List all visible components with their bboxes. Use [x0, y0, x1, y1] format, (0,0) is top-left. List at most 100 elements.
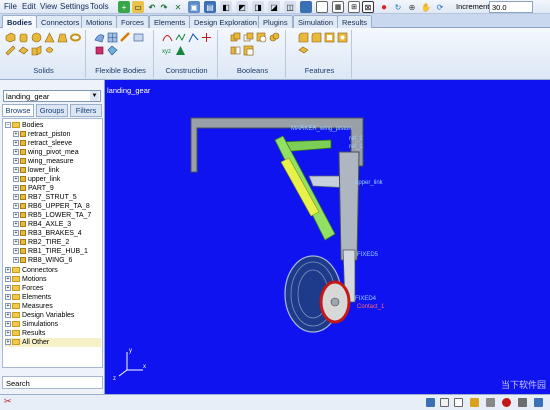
curve-icon[interactable]: [162, 32, 173, 43]
tree-node-body[interactable]: + wing_pivot_mea: [13, 148, 79, 157]
status-tools-icon[interactable]: [470, 398, 479, 407]
marker-icon[interactable]: [201, 32, 212, 43]
view-front-icon[interactable]: ◧: [220, 1, 232, 13]
flex-replace-icon[interactable]: [94, 45, 105, 56]
cone-icon[interactable]: [44, 32, 55, 43]
status-select-icon[interactable]: [454, 398, 463, 407]
sphere-icon[interactable]: [31, 32, 42, 43]
shaded-icon[interactable]: [300, 1, 312, 13]
extrusion-icon[interactable]: [31, 45, 42, 56]
revolution-icon[interactable]: [44, 45, 55, 56]
spline-icon[interactable]: [175, 32, 186, 43]
tab-forces[interactable]: Forces: [116, 15, 149, 28]
union-icon[interactable]: [230, 32, 241, 43]
chamfer-icon[interactable]: [298, 32, 309, 43]
expand-icon[interactable]: +: [13, 257, 19, 264]
tab-motions[interactable]: Motions: [81, 15, 118, 28]
status-grid-icon[interactable]: [440, 398, 449, 407]
view-bottom-icon[interactable]: ◫: [284, 1, 296, 13]
new-icon[interactable]: +: [118, 1, 130, 13]
status-display-icon[interactable]: [534, 398, 543, 407]
status-settings-icon[interactable]: [486, 398, 495, 407]
flex-body-icon[interactable]: [94, 32, 105, 43]
flex-view-icon[interactable]: [107, 45, 118, 56]
expand-icon[interactable]: +: [13, 176, 19, 183]
landing-gear-model[interactable]: MARKER_wing_piston ref_2 ref_1 upper_lin…: [105, 80, 550, 394]
expand-icon[interactable]: +: [13, 194, 19, 201]
expand-icon[interactable]: +: [5, 339, 11, 346]
frustum-icon[interactable]: [57, 32, 68, 43]
expand-icon[interactable]: +: [13, 167, 19, 174]
expand-icon[interactable]: +: [13, 239, 19, 246]
expand-icon[interactable]: +: [5, 285, 11, 292]
expand-icon[interactable]: +: [13, 230, 19, 237]
expand-icon[interactable]: +: [5, 330, 11, 337]
status-tool-icon[interactable]: ✂: [4, 396, 13, 406]
tree-node-bodies[interactable]: − Bodies: [5, 121, 43, 130]
intersect-icon[interactable]: [243, 32, 254, 43]
wireframe-icon[interactable]: [316, 1, 328, 13]
expand-icon[interactable]: +: [5, 303, 11, 310]
model-select[interactable]: landing_gear ▼: [3, 90, 101, 102]
expand-icon[interactable]: +: [13, 185, 19, 192]
link-solid-icon[interactable]: [5, 45, 16, 56]
tree-node-results[interactable]: + Results: [5, 329, 45, 338]
tab-elements[interactable]: Elements: [149, 15, 191, 28]
view-side-icon[interactable]: ◨: [252, 1, 264, 13]
expand-icon[interactable]: +: [13, 212, 19, 219]
status-camera-icon[interactable]: [518, 398, 527, 407]
tree-node-body[interactable]: + PART_9: [13, 184, 54, 193]
status-view-icon[interactable]: [426, 398, 435, 407]
tree-node-body[interactable]: + upper_link: [13, 175, 60, 184]
tab-plugins[interactable]: Plugins: [258, 15, 293, 28]
menu-settings[interactable]: Settings: [60, 2, 89, 11]
tree-node-body[interactable]: + wing_measure: [13, 157, 74, 166]
cylinder-icon[interactable]: [18, 32, 29, 43]
tree-node-body[interactable]: + retract_piston: [13, 130, 70, 139]
view-iso-icon[interactable]: ◩: [236, 1, 248, 13]
flex-import-icon[interactable]: [133, 32, 144, 43]
tree-node-body[interactable]: + RB4_AXLE_3: [13, 220, 71, 229]
expand-icon[interactable]: +: [13, 131, 19, 138]
tree-node-body[interactable]: + RB7_STRUT_5: [13, 193, 77, 202]
boss-icon[interactable]: [298, 45, 309, 56]
blend-icon[interactable]: [311, 32, 322, 43]
plate-icon[interactable]: [18, 45, 29, 56]
point-icon[interactable]: [175, 45, 186, 56]
tab-groups[interactable]: Groups: [36, 104, 68, 117]
view-top-icon[interactable]: ◪: [268, 1, 280, 13]
expand-icon[interactable]: +: [5, 267, 11, 274]
menu-file[interactable]: File: [4, 2, 17, 11]
grid-icon[interactable]: ▦: [332, 1, 344, 13]
select-tool-icon[interactable]: ✕: [172, 1, 184, 13]
tab-connectors[interactable]: Connectors: [36, 15, 85, 28]
split-icon[interactable]: [230, 45, 241, 56]
tree-node-design-variables[interactable]: + Design Variables: [5, 311, 74, 320]
expand-icon[interactable]: +: [13, 140, 19, 147]
expand-icon[interactable]: +: [13, 248, 19, 255]
search-input[interactable]: Search: [2, 376, 103, 389]
expand-icon[interactable]: +: [13, 203, 19, 210]
expand-icon[interactable]: +: [13, 221, 19, 228]
hole-icon[interactable]: [337, 32, 348, 43]
pan-icon[interactable]: ✋: [420, 1, 432, 13]
save-icon[interactable]: ▣: [188, 1, 200, 13]
collapse-icon[interactable]: −: [5, 122, 11, 129]
redo-icon[interactable]: ↷: [158, 1, 170, 13]
tree-node-body[interactable]: + RB1_TIRE_HUB_1: [13, 247, 88, 256]
spin-icon[interactable]: ⟳: [434, 1, 446, 13]
tree-node-body[interactable]: + RB5_LOWER_TA_7: [13, 211, 91, 220]
tree-node-body[interactable]: + lower_link: [13, 166, 59, 175]
cut-icon[interactable]: [256, 32, 267, 43]
menu-edit[interactable]: Edit: [22, 2, 36, 11]
increment-input[interactable]: [489, 1, 533, 13]
subtract-icon[interactable]: [243, 45, 254, 56]
expand-icon[interactable]: +: [5, 276, 11, 283]
fit-icon[interactable]: ⊞: [348, 1, 360, 13]
expand-icon[interactable]: +: [13, 149, 19, 156]
tree-node-body[interactable]: + RB8_WING_6: [13, 256, 72, 265]
expand-icon[interactable]: +: [5, 321, 11, 328]
tab-filters[interactable]: Filters: [70, 104, 102, 117]
model-viewport[interactable]: landing_gear MARKER_wing_piston ref_2 re…: [105, 80, 550, 394]
merge-icon[interactable]: [269, 32, 280, 43]
